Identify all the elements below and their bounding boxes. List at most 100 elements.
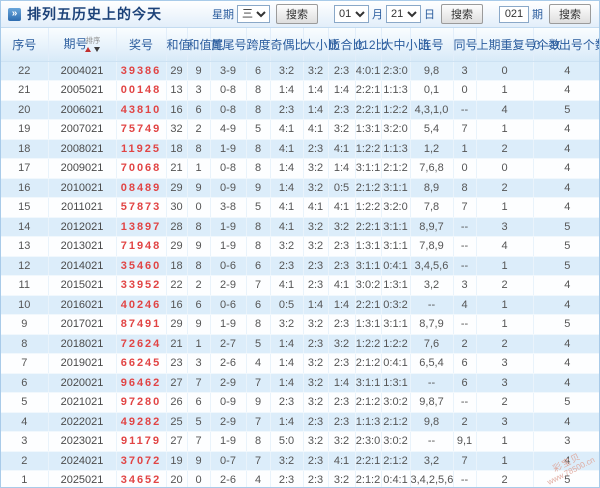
cell-ratio-012: 1:3:1 [355, 236, 382, 257]
cell-sum-tail: 7 [187, 431, 211, 452]
cell-prev-repeat: 1 [476, 256, 534, 276]
cell-digit-count: 4 [533, 119, 599, 140]
cell-digit-count: 4 [533, 412, 599, 432]
cell-big-mid-small: 3:1:1 [381, 236, 411, 257]
cell-prev-repeat: 1 [476, 119, 534, 140]
weekday-select[interactable]: 三 [237, 5, 270, 23]
cell-index: 8 [1, 334, 49, 354]
cell-first-last: 2-7 [210, 334, 247, 354]
cell-span: 5 [246, 197, 271, 218]
history-table: 序号 期号 排序 奖号 和值 和值尾 首尾号 跨度 奇偶比 大小比 质合比 012比 大中小比 连号 同号上… [1, 28, 599, 487]
cell-ratio-012: 1:1:3 [355, 412, 382, 432]
cell-period: 2004021 [48, 61, 117, 81]
cell-consecutive: 8,9,7 [410, 217, 454, 237]
cell-prime-composite: 1:4 [328, 295, 356, 315]
cell-sum: 20 [166, 470, 188, 487]
cell-period: 2005021 [48, 80, 117, 101]
sort-control[interactable]: 排序 [85, 37, 101, 52]
issue-search-button[interactable]: 搜索 [549, 4, 591, 24]
cell-prime-composite: 3:2 [328, 470, 356, 487]
cell-index: 7 [1, 353, 49, 374]
cell-digit-count: 4 [533, 334, 599, 354]
cell-prize: 49282 [116, 412, 167, 432]
cell-span: 8 [246, 139, 271, 159]
cell-sum-tail: 1 [187, 334, 211, 354]
cell-sum: 32 [166, 119, 188, 140]
cell-odd-even: 1:4 [270, 178, 304, 198]
cell-ratio-012: 1:3:1 [355, 314, 382, 335]
cell-first-last: 2-9 [210, 412, 247, 432]
cell-consecutive: 3,2 [410, 451, 454, 471]
date-search-button[interactable]: 搜索 [441, 4, 483, 24]
cell-digit-count: 5 [533, 236, 599, 257]
cell-span: 8 [246, 314, 271, 335]
cell-ratio-012: 2:2:1 [355, 295, 382, 315]
lottery-history-page: » 排列五历史上的今天 星期 三 搜索 01 月 21 日 搜索 021 期 搜… [0, 0, 600, 488]
cell-span: 4 [246, 353, 271, 374]
cell-consecutive: 9,8 [410, 61, 454, 81]
cell-consecutive: 7,6 [410, 334, 454, 354]
cell-sum-tail: 9 [187, 451, 211, 471]
cell-odd-even: 2:3 [270, 100, 304, 120]
cell-ratio-012: 2:2:1 [355, 451, 382, 471]
cell-span: 8 [246, 236, 271, 257]
cell-big-mid-small: 2:1:2 [381, 451, 411, 471]
cell-prize: 91179 [116, 431, 167, 452]
table-row: 3 2023021 91179 27 7 1-9 8 5:0 3:2 3:2 2:3:0 3:0:2-… [1, 431, 599, 452]
cell-same: -- [453, 236, 477, 257]
cell-first-last: 0-9 [210, 178, 247, 198]
cell-first-last: 2-9 [210, 373, 247, 393]
col-period: 期号 排序 [48, 28, 117, 62]
cell-odd-even: 5:0 [270, 431, 304, 452]
cell-consecutive: 9,8,7 [410, 392, 454, 413]
table-row: 1 2025021 34652 20 0 2-6 4 2:3 2:3 3:2 2:1:2 0:4:1 3… [1, 470, 599, 487]
day-label: 日 [424, 9, 435, 21]
cell-big-small: 2:3 [303, 412, 329, 432]
cell-sum-tail: 1 [187, 158, 211, 179]
sort-asc-icon[interactable] [85, 46, 91, 52]
cell-span: 6 [246, 61, 271, 81]
col-prime-composite: 质合比 [328, 28, 365, 62]
cell-big-mid-small: 1:3:1 [381, 275, 411, 296]
cell-prize: 43810 [116, 100, 167, 120]
month-select[interactable]: 01 [334, 5, 369, 23]
cell-big-small: 3:2 [303, 158, 329, 179]
cell-period: 2013021 [48, 236, 117, 257]
cell-ratio-012: 2:2:1 [355, 80, 382, 101]
sort-desc-icon[interactable] [94, 46, 100, 52]
cell-prize: 00148 [116, 80, 167, 101]
cell-first-last: 0-6 [210, 295, 247, 315]
cell-span: 7 [246, 412, 271, 432]
table-row: 19 2007021 75749 32 2 4-9 5 4:1 4:1 3:2 1:3:1 3:2:0… [1, 119, 599, 140]
cell-prev-repeat: 3 [476, 412, 534, 432]
issue-input[interactable] [499, 5, 529, 23]
cell-big-small: 3:2 [303, 236, 329, 257]
cell-sum-tail: 6 [187, 392, 211, 413]
cell-sum-tail: 9 [187, 61, 211, 81]
cell-sum: 26 [166, 392, 188, 413]
weekday-search-button[interactable]: 搜索 [276, 4, 318, 24]
cell-ratio-012: 1:3:1 [355, 119, 382, 140]
cell-index: 22 [1, 61, 49, 81]
cell-prev-repeat: 2 [476, 334, 534, 354]
cell-index: 15 [1, 197, 49, 218]
title-bar: » 排列五历史上的今天 星期 三 搜索 01 月 21 日 搜索 021 期 搜… [1, 1, 599, 28]
cell-first-last: 0-9 [210, 392, 247, 413]
cell-span: 8 [246, 158, 271, 179]
cell-digit-count: 5 [533, 470, 599, 487]
cell-odd-even: 4:1 [270, 139, 304, 159]
cell-period: 2009021 [48, 158, 117, 179]
cell-sum: 18 [166, 256, 188, 276]
month-label: 月 [372, 9, 383, 21]
cell-span: 7 [246, 451, 271, 471]
cell-sum-tail: 0 [187, 197, 211, 218]
day-select[interactable]: 21 [386, 5, 421, 23]
cell-span: 9 [246, 178, 271, 198]
cell-odd-even: 3:2 [270, 236, 304, 257]
cell-ratio-012: 2:2:1 [355, 217, 382, 237]
cell-ratio-012: 3:0:2 [355, 275, 382, 296]
cell-prev-repeat: 3 [476, 373, 534, 393]
cell-prime-composite: 3:2 [328, 334, 356, 354]
col-span: 跨度 [246, 28, 271, 62]
cell-odd-even: 1:4 [270, 373, 304, 393]
